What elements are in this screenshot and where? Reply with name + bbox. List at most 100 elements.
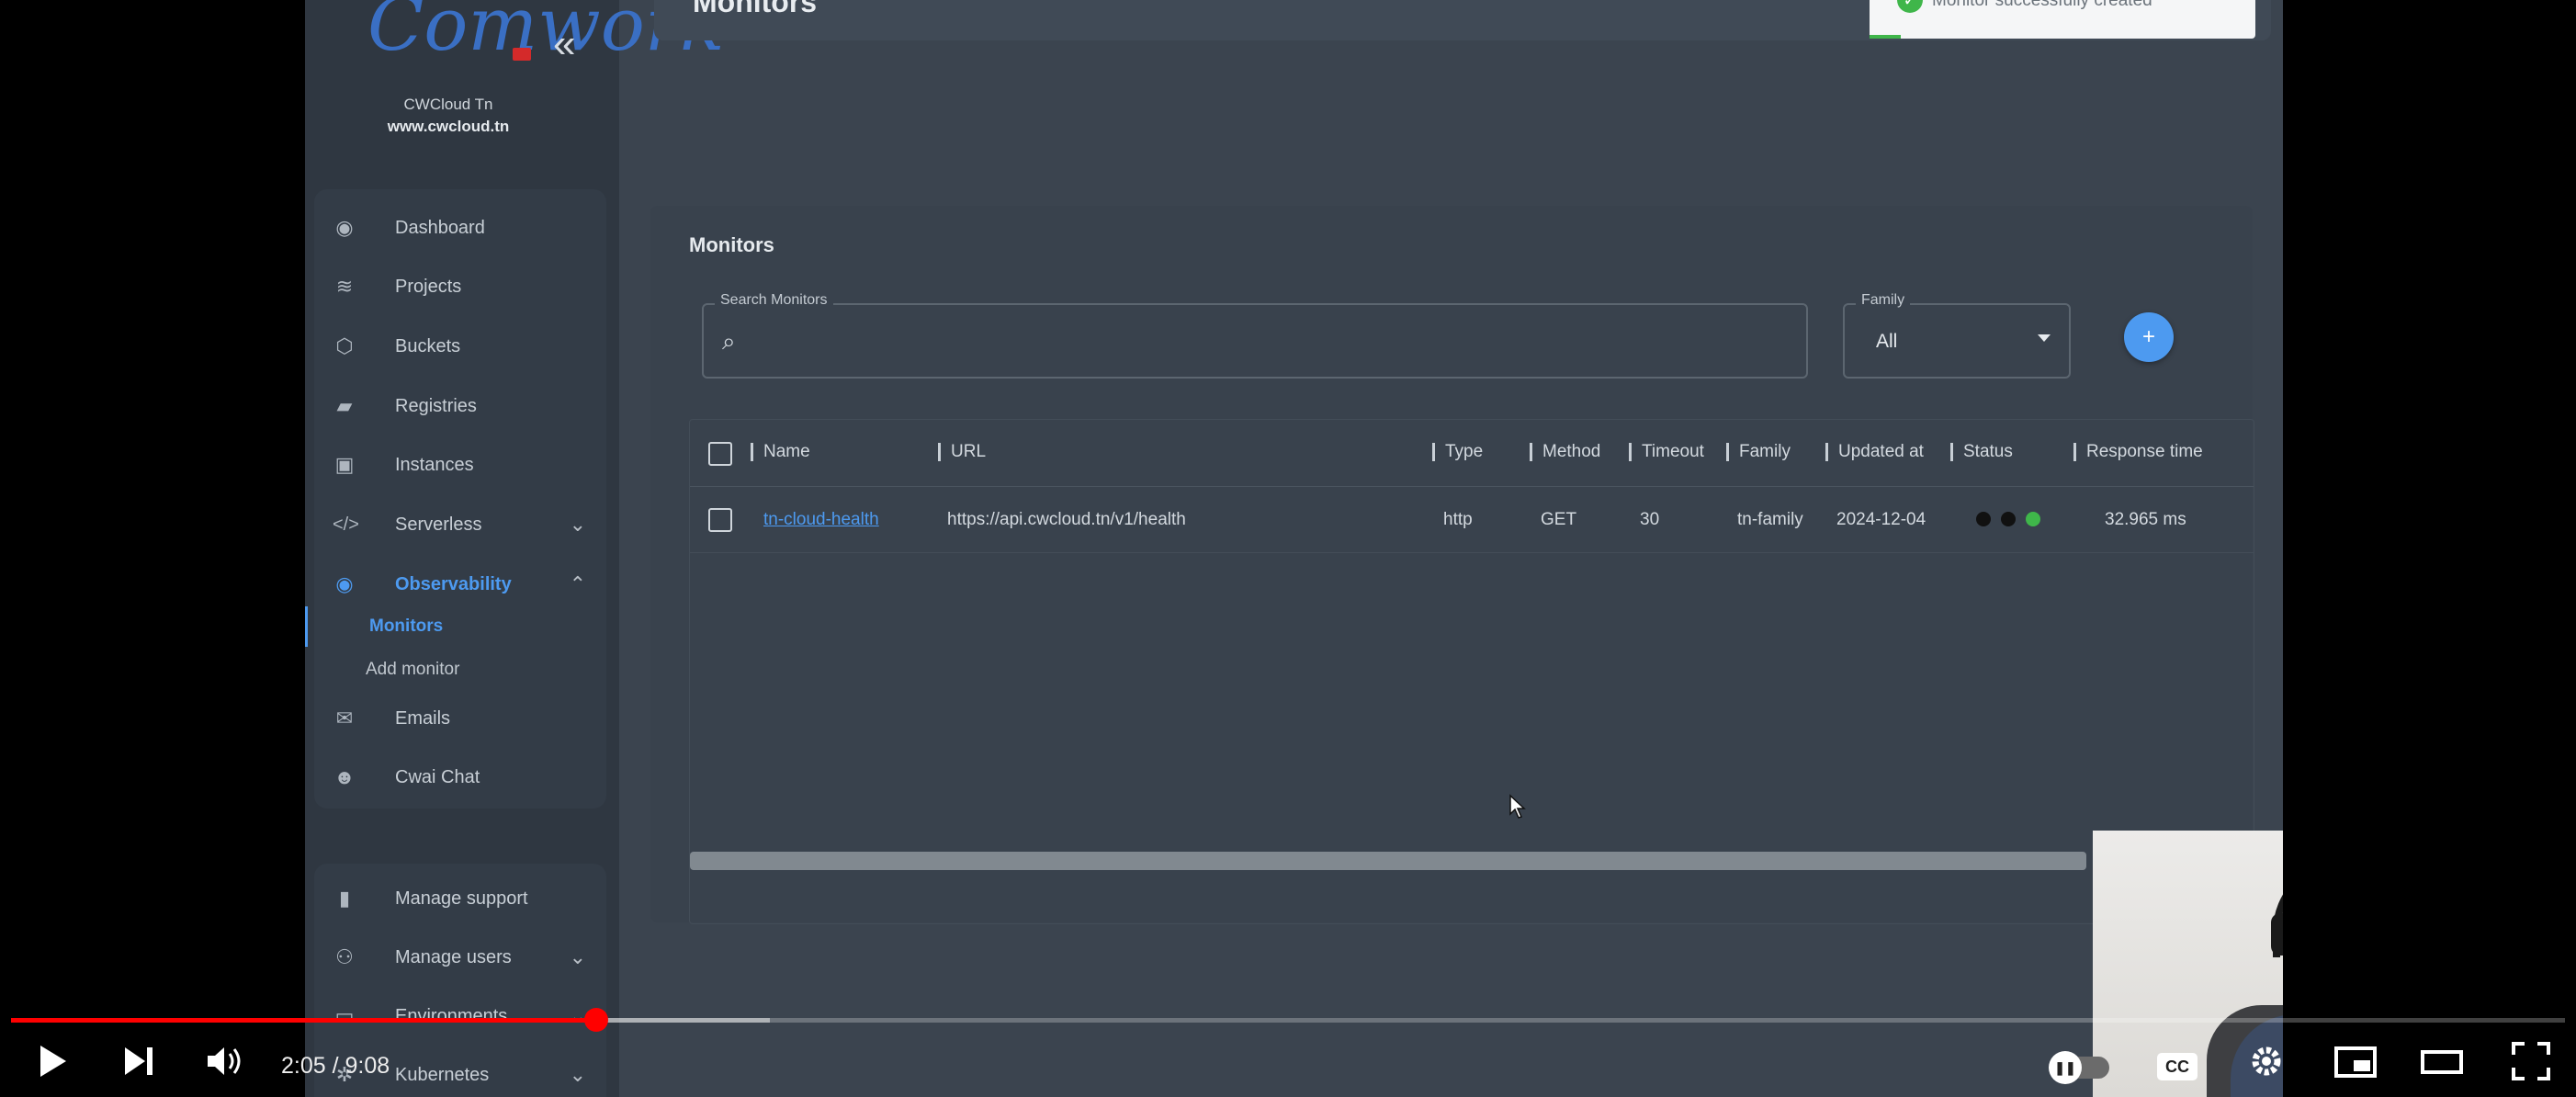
chevron-down-icon: ⌄ [569, 1004, 586, 1027]
robot-icon: ☻ [333, 765, 356, 788]
sidebar-item-emails[interactable]: ✉ Emails [314, 691, 606, 746]
sidebar-item-label: Projects [395, 276, 462, 297]
monitor-family: tn-family [1737, 510, 1803, 529]
search-icon: ⌕ [722, 327, 736, 355]
sidebar-item-environments[interactable]: ▭ Environments ⌄ [314, 989, 606, 1044]
sidebar-item-label: Observability [395, 573, 512, 594]
sidebar-item-projects[interactable]: ≋ Projects [314, 259, 606, 314]
chevron-down-icon: ⌄ [569, 513, 586, 536]
active-indicator [305, 606, 308, 647]
sidebar-item-label: Registries [395, 395, 477, 416]
chat-icon: ▮ [338, 887, 351, 910]
subtitles-button[interactable]: CC [2157, 1053, 2198, 1080]
sidebar-item-label: Manage users [395, 946, 512, 967]
monitor-url: https://api.cwcloud.tn/v1/health [947, 510, 1186, 529]
status-dot [2001, 512, 2016, 526]
column-header[interactable]: Method [1529, 442, 1600, 462]
sidebar-item-label: Kubernetes [395, 1064, 490, 1085]
search-field[interactable]: ⌕ [702, 303, 1808, 379]
chevron-down-icon: ⌄ [569, 945, 586, 968]
monitor-method: GET [1541, 510, 1577, 529]
column-header[interactable]: Timeout [1629, 442, 1704, 462]
sidebar-item-serverless[interactable]: </> Serverless ⌄ [314, 497, 606, 552]
column-header[interactable]: Family [1726, 442, 1791, 462]
monitors-card: Monitors ⌕ Search Monitors All Family + … [650, 206, 2254, 924]
search-input[interactable] [763, 318, 1786, 364]
sidebar-item-buckets[interactable]: ⬡ Buckets [314, 319, 606, 374]
collapse-sidebar-icon[interactable]: « [553, 24, 575, 64]
family-select[interactable]: All [1843, 303, 2071, 379]
settings-gear-icon[interactable] [2247, 1040, 2286, 1082]
sidebar-item-dashboard[interactable]: ◉ Dashboard [314, 200, 606, 255]
monitor-response-time: 32.965 ms [2105, 510, 2186, 529]
sidebar-item-label: Instances [395, 454, 474, 475]
bucket-icon: ⬡ [335, 334, 354, 357]
monitor-type: http [1443, 510, 1473, 529]
success-check-icon: ✓ [1897, 0, 1923, 13]
sidebar-item-cwai-chat[interactable]: ☻ Cwai Chat [314, 750, 606, 805]
brand-url[interactable]: www.cwcloud.tn [305, 118, 592, 136]
next-icon[interactable] [121, 1040, 158, 1082]
family-selected-value: All [1876, 331, 1898, 352]
sidebar-subitem-monitors[interactable]: Monitors [369, 616, 443, 637]
monitors-table: Name URL Type Method Timeout Family Upda… [689, 419, 2254, 924]
monitor-updated-at: 2024-12-04 [1836, 510, 1926, 529]
column-header[interactable]: URL [937, 442, 986, 462]
progress-scrubber[interactable] [583, 1008, 608, 1032]
sidebar-item-label: Emails [395, 707, 451, 729]
card-title: Monitors [689, 233, 774, 256]
sidebar-item-observability[interactable]: ◉ Observability ⌃ [314, 557, 606, 612]
column-header[interactable]: Response time [2073, 442, 2203, 462]
status-dot [1976, 512, 1991, 526]
add-monitor-button[interactable]: + [2124, 312, 2174, 362]
brand-name: CWCloud Tn [403, 96, 493, 113]
sidebar-item-manage-users[interactable]: ⚇ Manage users ⌄ [314, 930, 606, 985]
docker-icon: ▰ [336, 394, 353, 417]
row-checkbox[interactable] [708, 508, 732, 532]
sidebar-item-registries[interactable]: ▰ Registries [314, 379, 606, 434]
toast-notification: ✓ Monitor successfully created [1870, 0, 2255, 39]
column-header[interactable]: Name [751, 442, 810, 462]
mouse-cursor-icon [1509, 794, 1526, 819]
autoplay-pause-icon[interactable]: ❚❚ [2049, 1051, 2082, 1084]
progress-played [11, 1018, 596, 1023]
column-header[interactable]: Status [1950, 442, 2013, 462]
fullscreen-icon[interactable] [2510, 1040, 2552, 1082]
app-frame: Comwork « CWCloud Tn www.cwcloud.tn ◉ Da… [305, 0, 2283, 1097]
play-icon[interactable] [35, 1040, 72, 1082]
sidebar-subitem-add-monitor[interactable]: Add monitor [366, 660, 459, 680]
sidebar-item-manage-support[interactable]: ▮ Manage support [314, 871, 606, 926]
family-label: Family [1856, 292, 1911, 309]
chevron-down-icon: ⌄ [569, 1063, 586, 1086]
theater-mode-icon[interactable] [2420, 1040, 2464, 1082]
horizontal-scrollbar[interactable] [690, 852, 2086, 870]
column-header[interactable]: Updated at [1825, 442, 1924, 462]
chevron-up-icon: ⌃ [569, 572, 586, 595]
column-header[interactable]: Type [1431, 442, 1483, 462]
volume-icon[interactable] [204, 1040, 250, 1082]
dashboard-icon: ◉ [335, 216, 354, 239]
layers-icon: ≋ [335, 275, 354, 298]
monitor-name-link[interactable]: tn-cloud-health [763, 510, 879, 530]
sidebar-item-instances[interactable]: ▣ Instances [314, 437, 606, 492]
sidebar-item-label: Environments [395, 1005, 508, 1026]
nav-group: ◉ Dashboard ≋ Projects ⬡ Buckets ▰ Regis… [314, 189, 606, 809]
chip-icon: ▣ [334, 453, 355, 476]
miniplayer-icon[interactable] [2333, 1040, 2378, 1082]
status-dot [2026, 512, 2040, 526]
sidebar-item-label: Buckets [395, 335, 461, 356]
headphone-left [2271, 913, 2283, 956]
sidebar-item-label: Dashboard [395, 217, 485, 238]
users-icon: ⚇ [335, 945, 354, 968]
search-label: Search Monitors [715, 292, 833, 309]
eye-icon: ◉ [335, 572, 354, 595]
table-row[interactable]: tn-cloud-health https://api.cwcloud.tn/v… [690, 486, 2254, 553]
sidebar: Comwork « CWCloud Tn www.cwcloud.tn ◉ Da… [305, 0, 725, 1097]
select-all-checkbox[interactable] [708, 442, 732, 466]
page-title: Monitors [693, 0, 818, 18]
table-header: Name URL Type Method Timeout Family Upda… [690, 420, 2254, 487]
caret-down-icon [2038, 334, 2051, 342]
mail-icon: ✉ [335, 707, 354, 729]
code-icon: </> [333, 515, 359, 535]
sidebar-item-label: Serverless [395, 514, 482, 535]
